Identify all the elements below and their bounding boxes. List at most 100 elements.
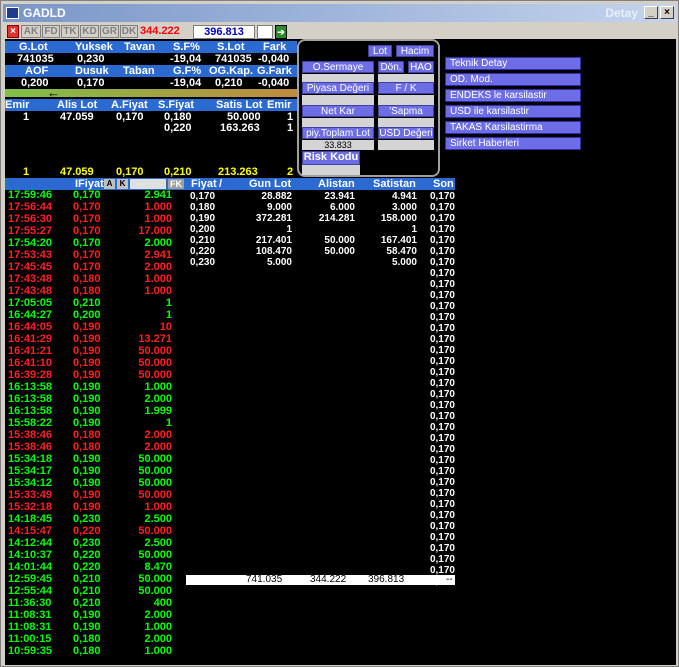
trade-lot: 50.000 [138, 357, 172, 369]
hacim-button[interactable]: Hacim [396, 45, 434, 57]
piytoplam-button[interactable]: piy.Toplam Lot [302, 127, 374, 139]
risk-kodu-button[interactable]: Risk Kodu [302, 151, 360, 165]
tb-button-ak[interactable]: AK [21, 25, 41, 38]
netkar-button[interactable]: Net Kar [302, 105, 374, 117]
menu-usd[interactable]: USD ile karsilastir [445, 105, 581, 118]
trade-time: 16:39:28 [8, 369, 53, 381]
trade-price: 0,190 [73, 333, 101, 345]
trade-lot: 1.000 [144, 285, 172, 297]
fk-button[interactable]: F / K [378, 82, 434, 94]
trade-price: 0,180 [73, 273, 101, 285]
toolbar: × AK FD TK KD GR DK 344.222 396.813 ➔ [5, 25, 676, 39]
trade-price: 0,190 [73, 345, 101, 357]
sort-a-button[interactable]: A [104, 179, 115, 189]
trade-price: 0,190 [73, 609, 101, 621]
son-cell: 0,170 [429, 444, 455, 455]
trade-lot: 1.000 [144, 213, 172, 225]
order-cell: 0,220 [164, 122, 192, 134]
lot-button[interactable]: Lot [368, 45, 392, 57]
arrow-right-icon[interactable]: ➔ [275, 25, 287, 39]
toolbar-dropdown[interactable] [257, 25, 273, 39]
dist-cell: 3.000 [391, 202, 417, 213]
trade-price: 0,170 [73, 213, 101, 225]
son-cell: 0,170 [429, 521, 455, 532]
dist-cell: 50.000 [324, 246, 355, 257]
trade-price: 0,190 [73, 621, 101, 633]
fk-filter-button[interactable]: FK [168, 179, 184, 189]
summary-header: Yuksek [75, 41, 113, 53]
trade-price: 0,170 [73, 201, 101, 213]
trade-time: 12:59:45 [8, 573, 53, 585]
dist-cell: 108.470 [255, 246, 292, 257]
tb-button-fd[interactable]: FD [42, 25, 60, 38]
son-cell: 0,170 [429, 323, 455, 334]
menu-takas[interactable]: TAKAS Karsilastirma [445, 121, 581, 134]
son-cell: 0,170 [429, 532, 455, 543]
trade-lot: 2.500 [144, 513, 172, 525]
menu-endeks[interactable]: ENDEKS le karsilastir [445, 89, 581, 102]
trade-price: 0,220 [73, 561, 101, 573]
trade-lot: 1 [165, 309, 172, 321]
son-cell: 0,170 [429, 290, 455, 301]
title-bar: GADLD Detay _ × [3, 4, 676, 22]
trade-time: 11:08:31 [8, 609, 52, 621]
fk-field [378, 95, 434, 105]
piyasa-button[interactable]: Piyasa Değeri [302, 82, 374, 94]
trade-time: 14:12:44 [8, 537, 53, 549]
app-icon [6, 7, 19, 19]
menu-od-mod[interactable]: OD. Mod. [445, 73, 581, 86]
hao-button[interactable]: HAO [408, 61, 434, 73]
dist-cell [303, 257, 355, 268]
trade-price: 0,170 [73, 261, 101, 273]
son-cell: 0,170 [429, 455, 455, 466]
summary-header: S.Lot [217, 41, 245, 53]
son-cell: 0,170 [429, 356, 455, 367]
tb-button-gr[interactable]: GR [100, 25, 119, 38]
trade-time: 15:58:22 [8, 417, 53, 429]
sort-k-button[interactable]: K [117, 179, 128, 189]
order-cell: 47.059 [60, 111, 94, 123]
dist-column: 4.941 3.000 158.000 1 167.401 58.470 5.000 [365, 191, 417, 268]
summary-header: OG.Kap. [209, 65, 254, 77]
osermaye-button[interactable]: O.Sermaye [302, 61, 374, 73]
tb-button-kd[interactable]: KD [80, 25, 99, 38]
son-cell: 0,170 [429, 279, 455, 290]
trade-lot: 1 [165, 417, 172, 429]
tb-button-tk[interactable]: TK [61, 25, 79, 38]
trade-lot: 1.000 [144, 273, 172, 285]
trade-price: 0,190 [73, 405, 101, 417]
trade-lot: 2.000 [144, 393, 172, 405]
trade-time: 15:38:46 [8, 429, 53, 441]
tb-button-dk[interactable]: DK [120, 25, 138, 38]
don-button[interactable]: Dön. [378, 61, 404, 73]
sapma-button[interactable]: 'Sapma [378, 105, 434, 117]
son-cell: 0,170 [429, 389, 455, 400]
dist-cell: 0,230 [190, 257, 216, 268]
trade-price: 0,200 [73, 309, 101, 321]
dist-cell: 6.000 [329, 202, 355, 213]
sort-icon: / [219, 178, 223, 190]
order-total: 1 [23, 166, 30, 178]
toolbar-value-1: 344.222 [140, 25, 180, 37]
close-button[interactable]: × [660, 6, 674, 19]
trade-lot: 1.000 [144, 501, 172, 513]
trade-lot: 2.000 [144, 261, 172, 273]
trade-price: 0,220 [73, 525, 101, 537]
trade-price: 0,190 [73, 465, 101, 477]
close-icon[interactable]: × [7, 25, 19, 38]
menu-sirket-haberleri[interactable]: Sirket Haberleri [445, 137, 581, 150]
trade-lot: 2.500 [144, 537, 172, 549]
summary-header: S.F% [173, 41, 200, 53]
piytoplam-value: 33.833 [302, 140, 374, 150]
menu-teknik-detay[interactable]: Teknik Detay [445, 57, 581, 70]
summary-value: -19,04 [170, 77, 202, 89]
trade-price: 0,210 [73, 597, 101, 609]
trades-filter-field[interactable] [130, 179, 166, 189]
usd-deger-button[interactable]: USD Değeri [378, 127, 434, 139]
son-cell: 0,170 [429, 202, 455, 213]
minimize-button[interactable]: _ [644, 6, 658, 19]
summary-value: 741035 [215, 53, 252, 65]
trade-price: 0,190 [73, 477, 101, 489]
main-content: G.Lot Yuksek Tavan S.F% S.Lot Fark 74103… [5, 39, 676, 665]
son-cell: 0,170 [429, 554, 455, 565]
